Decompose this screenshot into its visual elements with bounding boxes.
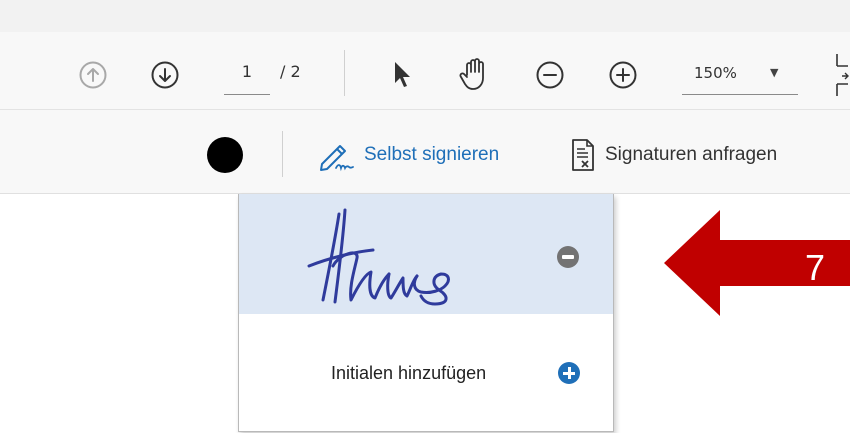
document-sign-icon [572, 139, 594, 171]
zoom-level-select[interactable]: 150% ▼ [682, 57, 798, 95]
zoom-out-icon [536, 61, 564, 89]
window-top-strip [0, 0, 850, 32]
request-signatures-button[interactable]: Signaturen anfragen [570, 136, 777, 174]
previous-page-button[interactable] [76, 58, 110, 92]
saved-signature-item[interactable] [239, 194, 613, 314]
self-sign-label: Selbst signieren [364, 144, 500, 165]
signature-toolbar-divider [282, 131, 283, 177]
arrow-up-circle-icon [79, 61, 107, 89]
pen-signature-icon [320, 145, 354, 172]
signature-dropdown: Initialen hinzufügen [238, 194, 614, 432]
zoom-out-button[interactable] [533, 58, 567, 92]
zoom-in-icon [609, 61, 637, 89]
add-initials-item[interactable]: Initialen hinzufügen [239, 356, 613, 390]
ink-color-button[interactable] [207, 137, 243, 173]
chevron-down-icon: ▼ [770, 66, 779, 79]
next-page-button[interactable] [148, 58, 182, 92]
request-signatures-label: Signaturen anfragen [605, 144, 778, 165]
page-total-label: / 2 [280, 62, 301, 81]
zoom-level-value: 150% [694, 64, 737, 82]
remove-signature-icon[interactable] [557, 246, 579, 268]
arrow-down-circle-icon [151, 61, 179, 89]
page-number-input[interactable]: 1 [224, 57, 270, 95]
hand-tool-button[interactable] [456, 54, 494, 94]
step-number-label: 7 [804, 247, 826, 288]
add-circle-icon [558, 362, 580, 384]
handwritten-signature [307, 208, 450, 306]
toolbar-divider [344, 50, 345, 96]
fit-page-icon [836, 54, 849, 96]
select-tool-button[interactable] [386, 56, 418, 92]
fit-page-button[interactable] [834, 52, 850, 98]
self-sign-button[interactable]: Selbst signieren [316, 136, 499, 174]
add-initials-label: Initialen hinzufügen [331, 363, 487, 383]
select-pointer-icon [395, 62, 410, 87]
zoom-in-button[interactable] [606, 58, 640, 92]
hand-icon [459, 58, 484, 90]
